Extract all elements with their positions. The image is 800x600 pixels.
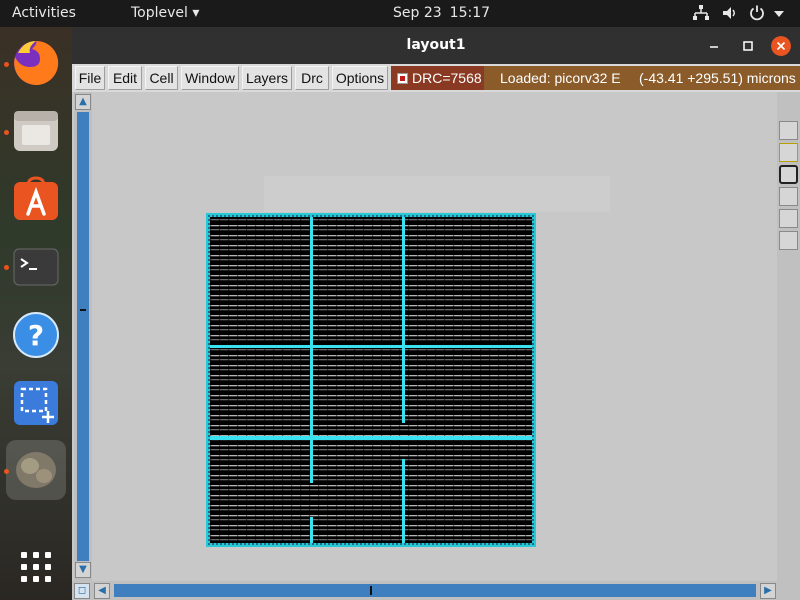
maximize-icon[interactable]	[738, 36, 758, 56]
firefox-icon[interactable]	[6, 33, 66, 93]
palette-button-highlight[interactable]	[779, 143, 798, 162]
palette-button[interactable]	[779, 187, 798, 206]
power-icon[interactable]	[748, 4, 766, 22]
ghost-label	[264, 176, 610, 212]
running-indicator	[4, 469, 9, 474]
menu-file[interactable]: File	[75, 66, 105, 90]
palette-button[interactable]	[779, 121, 798, 140]
palette-button[interactable]	[779, 209, 798, 228]
menu-cell[interactable]: Cell	[145, 66, 178, 90]
status-coordinates: (-43.41 +295.51) microns	[633, 66, 800, 90]
title-bar[interactable]: layout1	[72, 27, 800, 64]
drc-checkbox[interactable]	[397, 73, 408, 84]
cell-gaps	[210, 217, 532, 543]
top-bar: Activities Toplevel ▾ Sep 23 15:17	[0, 0, 800, 27]
tool-palette	[777, 92, 800, 581]
clock-time: 15:17	[449, 5, 491, 21]
running-indicator	[4, 265, 9, 270]
app-menu[interactable]: Toplevel ▾	[131, 0, 199, 27]
volume-icon[interactable]	[721, 4, 739, 22]
clock[interactable]: Sep 23 15:17	[393, 0, 490, 27]
menu-layers[interactable]: Layers	[242, 66, 292, 90]
scroll-down-icon[interactable]: ▼	[75, 562, 91, 578]
horizontal-scroll-marker	[370, 586, 372, 595]
screenshot-icon[interactable]	[6, 373, 66, 433]
vertical-scroll-marker	[80, 309, 86, 311]
layout-window: layout1 File Edit Cell Window Layers Drc…	[72, 27, 800, 600]
active-app-icon[interactable]	[6, 440, 66, 500]
running-indicator	[4, 62, 9, 67]
horizontal-scrollbar[interactable]: ◻ ◀ ▶	[72, 581, 800, 600]
network-icon[interactable]	[692, 4, 710, 22]
palette-button[interactable]	[779, 231, 798, 250]
menu-bar: File Edit Cell Window Layers Drc Options…	[72, 64, 800, 92]
help-icon[interactable]: ?	[6, 305, 66, 365]
scroll-right-icon[interactable]: ▶	[760, 583, 776, 599]
status-bar: Loaded: picorv32 E (-43.41 +295.51) micr…	[484, 66, 800, 90]
scroll-corner-icon[interactable]: ◻	[74, 583, 90, 599]
layout-canvas[interactable]	[94, 92, 777, 581]
software-center-icon[interactable]	[6, 170, 66, 230]
status-loaded: Loaded: picorv32 E	[500, 70, 621, 86]
menu-window[interactable]: Window	[181, 66, 239, 90]
drc-toggle[interactable]: DRC=7568	[391, 66, 484, 90]
menu-options[interactable]: Options	[332, 66, 388, 90]
close-icon[interactable]	[771, 36, 791, 56]
menu-edit[interactable]: Edit	[108, 66, 142, 90]
terminal-icon[interactable]	[6, 237, 66, 297]
palette-button-selected[interactable]	[779, 165, 798, 184]
horizontal-scroll-track[interactable]	[114, 584, 756, 597]
running-indicator	[4, 130, 9, 135]
files-icon[interactable]	[6, 101, 66, 161]
vertical-scroll-track[interactable]	[77, 112, 89, 561]
vertical-scrollbar[interactable]: ▲ ▼	[74, 92, 92, 581]
system-menu-chevron-icon[interactable]	[773, 8, 785, 20]
dock: ?	[0, 27, 72, 600]
clock-date: Sep 23	[393, 5, 442, 21]
window-title: layout1	[406, 37, 466, 53]
drc-count: DRC=7568	[412, 70, 482, 86]
scroll-left-icon[interactable]: ◀	[94, 583, 110, 599]
scroll-up-icon[interactable]: ▲	[75, 94, 91, 110]
chip-layout[interactable]	[206, 213, 536, 547]
svg-text:?: ?	[28, 319, 44, 352]
activities-button[interactable]: Activities	[12, 0, 76, 27]
app-grid-icon[interactable]	[6, 537, 66, 597]
menu-drc[interactable]: Drc	[295, 66, 329, 90]
minimize-icon[interactable]	[704, 36, 724, 56]
